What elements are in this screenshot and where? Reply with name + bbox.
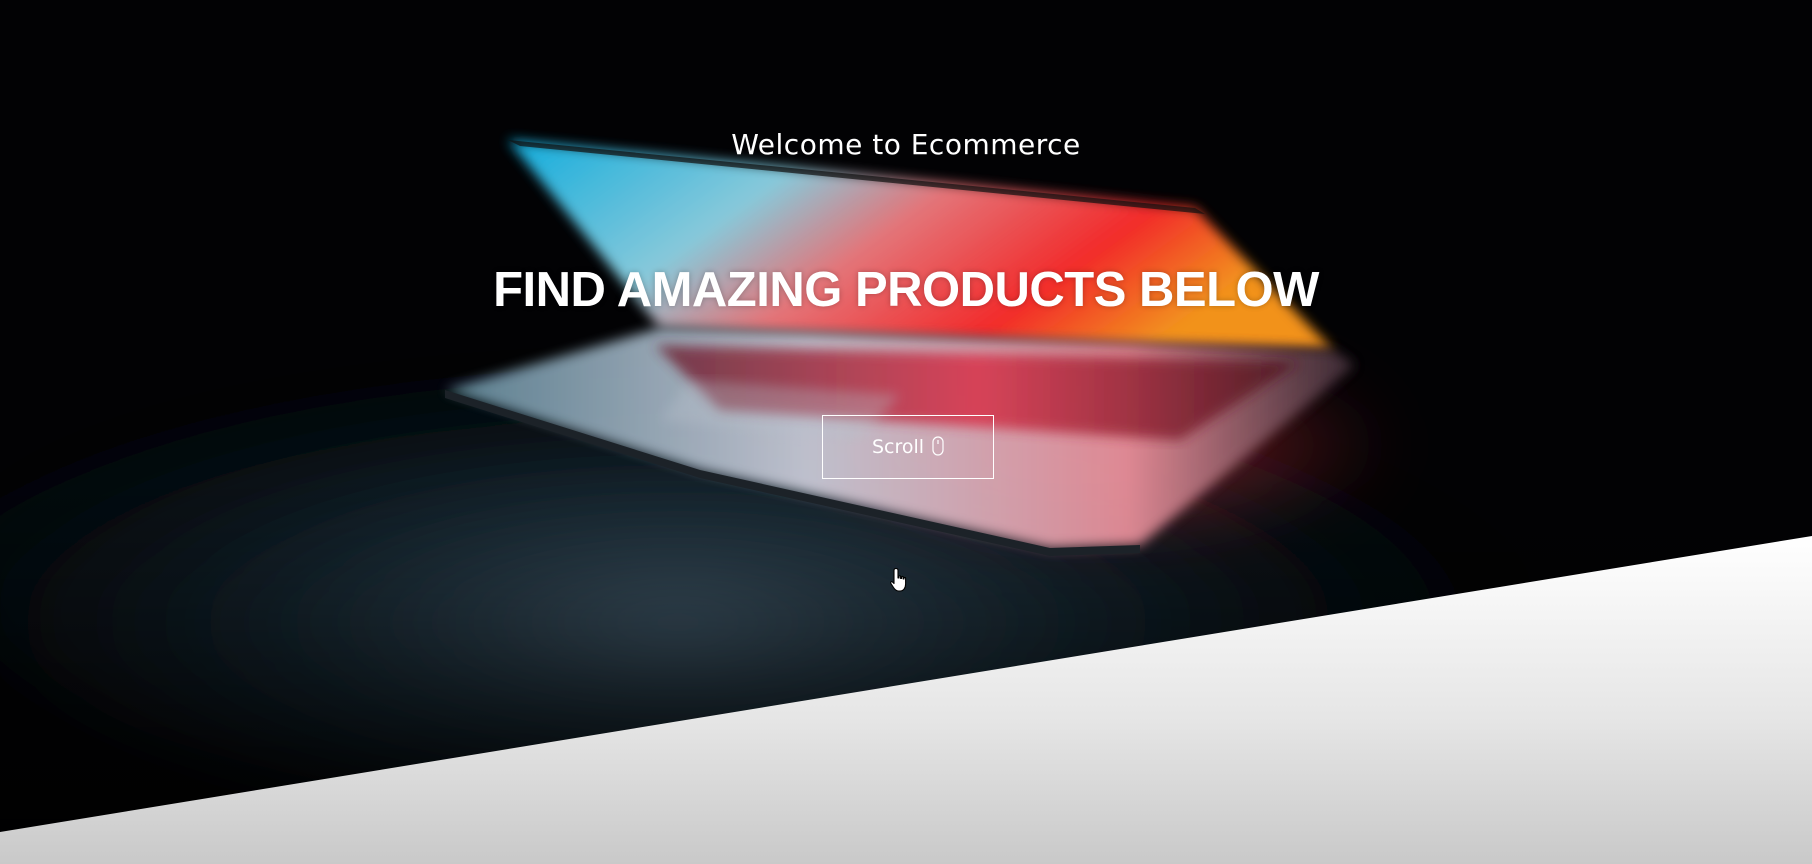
mouse-icon: [932, 436, 944, 456]
hand-pointer-icon: [890, 567, 907, 592]
hero-section: Welcome to Ecommerce FIND AMAZING PRODUC…: [0, 0, 1812, 864]
scroll-button[interactable]: Scroll: [822, 415, 994, 479]
scroll-button-label: Scroll: [871, 436, 925, 458]
hero-headline: FIND AMAZING PRODUCTS BELOW: [493, 263, 1319, 317]
hero-content: Welcome to Ecommerce FIND AMAZING PRODUC…: [0, 0, 1812, 864]
welcome-text: Welcome to Ecommerce: [731, 128, 1081, 161]
